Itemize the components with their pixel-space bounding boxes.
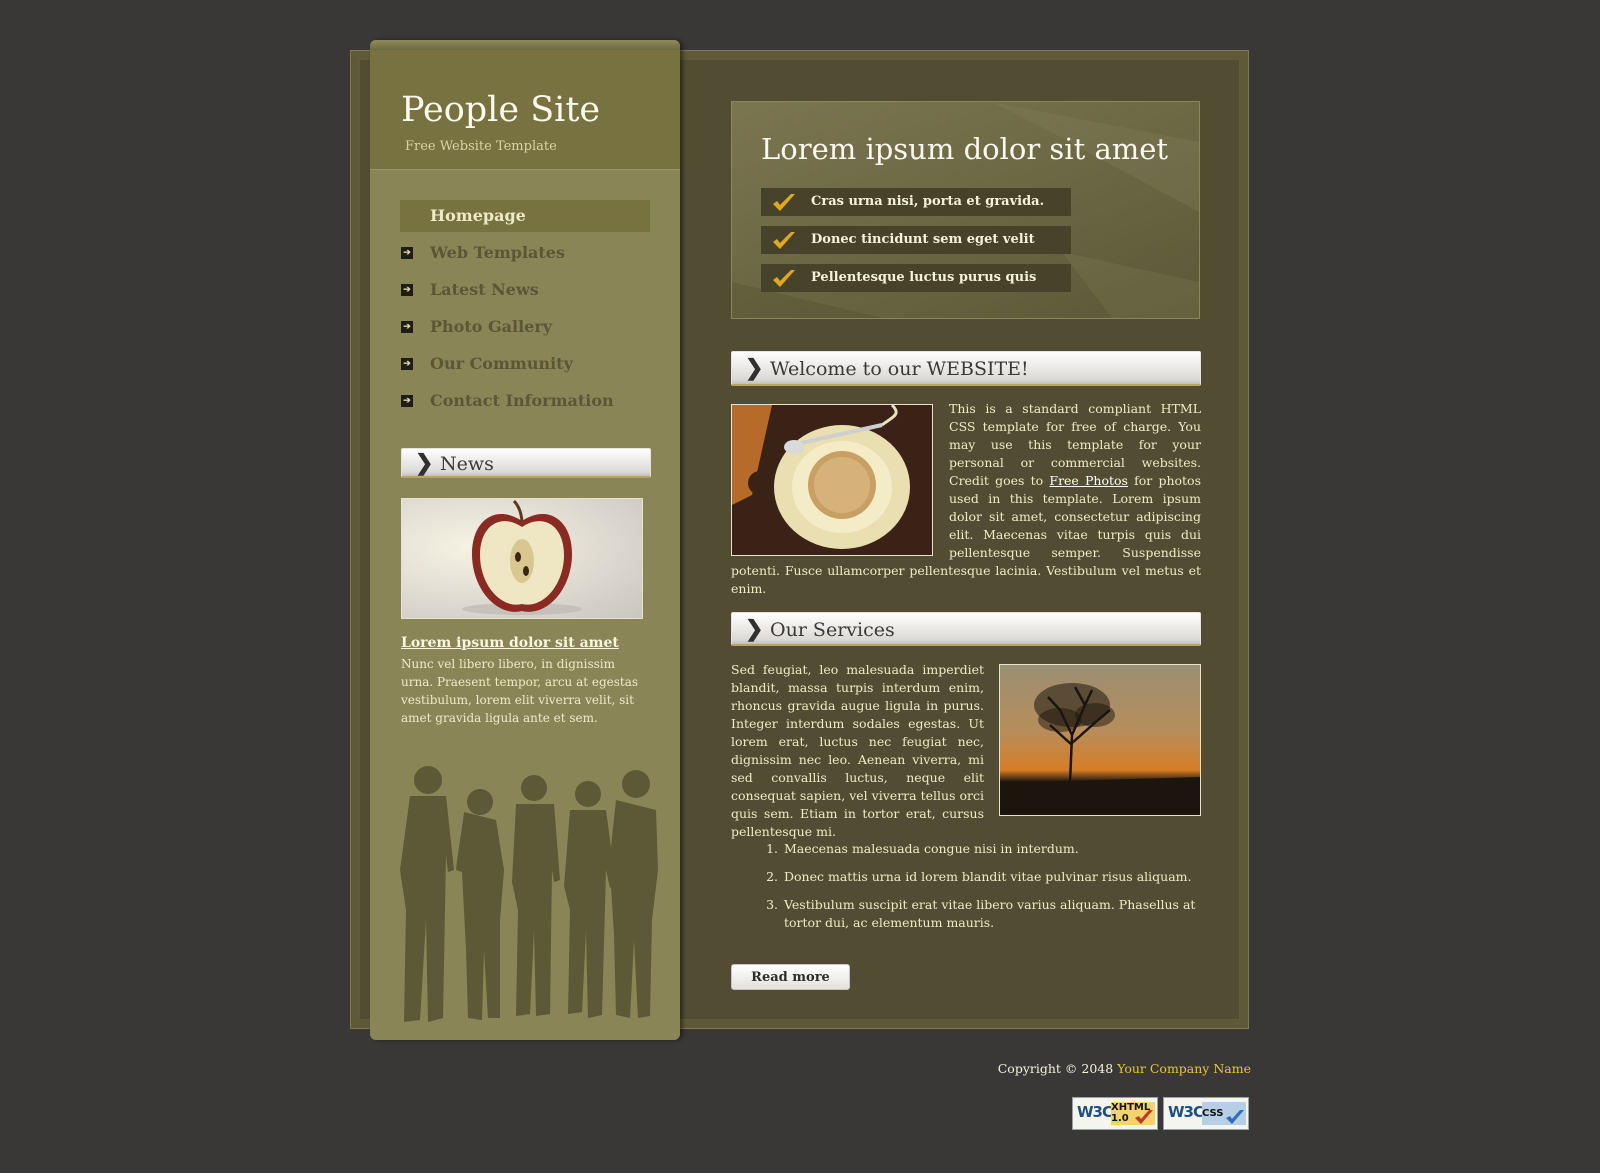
nav-item-label: Our Community xyxy=(430,354,573,373)
main-nav: ➔ Homepage ➔ Web Templates ➔ Latest News… xyxy=(400,200,650,422)
company-name-link[interactable]: Your Company Name xyxy=(1117,1061,1251,1076)
copyright-text: Copyright © 2048 xyxy=(997,1061,1118,1076)
checkmark-icon xyxy=(1226,1110,1244,1124)
arrow-right-icon: ➔ xyxy=(401,284,413,296)
w3c-logo: W3C xyxy=(1168,1103,1204,1121)
news-article-link[interactable]: Lorem ipsum dolor sit amet xyxy=(401,635,619,651)
nav-item-label: Latest News xyxy=(430,280,539,299)
w3c-xhtml-badge[interactable]: W3C XHTML 1.0 xyxy=(1072,1097,1158,1130)
nav-item-photo-gallery[interactable]: ➔ Photo Gallery xyxy=(400,311,650,343)
services-heading-text: Our Services xyxy=(770,619,895,641)
hero-feature-item: Donec tincidunt sem eget velit xyxy=(761,226,1071,254)
nav-item-label: Homepage xyxy=(430,206,526,225)
list-item: Maecenas malesuada congue nisi in interd… xyxy=(782,840,1232,858)
arrow-right-icon: ➔ xyxy=(401,358,413,370)
welcome-heading-text: Welcome to our WEBSITE! xyxy=(770,358,1029,380)
nav-item-web-templates[interactable]: ➔ Web Templates xyxy=(400,237,650,269)
hero-feature-text: Cras urna nisi, porta et gravida. xyxy=(811,194,1045,209)
checkmark-icon xyxy=(773,270,795,287)
arrow-right-icon: ➔ xyxy=(401,395,413,407)
checkmark-icon xyxy=(1135,1110,1153,1124)
news-article-text: Nunc vel libero libero, in dignissim urn… xyxy=(401,657,639,725)
hero-title: Lorem ipsum dolor sit amet xyxy=(761,132,1169,166)
news-heading-text: News xyxy=(440,453,494,475)
site-title[interactable]: People Site xyxy=(401,90,600,130)
services-text: Sed feugiat, leo malesuada imperdiet bla… xyxy=(731,662,984,839)
checkmark-icon xyxy=(773,232,795,249)
free-photos-link[interactable]: Free Photos xyxy=(1049,473,1128,488)
list-item: Donec mattis urna id lorem blandit vitae… xyxy=(782,868,1232,886)
chevron-right-icon: ❯ xyxy=(745,616,764,642)
nav-item-our-community[interactable]: ➔ Our Community xyxy=(400,348,650,380)
hero-feature-item: Pellentesque luctus purus quis xyxy=(761,264,1071,292)
list-item: Vestibulum suscipit erat vitae libero va… xyxy=(782,896,1232,932)
nav-item-label: Contact Information xyxy=(430,391,614,410)
welcome-text: This is a standard compliant HTML CSS te… xyxy=(731,400,1201,598)
brand-header: People Site Free Website Template xyxy=(370,50,680,170)
hero-feature-text: Donec tincidunt sem eget velit xyxy=(811,232,1035,247)
services-heading: ❯ Our Services xyxy=(731,612,1201,646)
hero-feature-item: Cras urna nisi, porta et gravida. xyxy=(761,188,1071,216)
tree-image xyxy=(1000,683,1200,815)
people-silhouettes xyxy=(400,766,658,1022)
nav-item-label: Photo Gallery xyxy=(430,317,553,336)
checkmark-icon xyxy=(773,194,795,211)
nav-item-latest-news[interactable]: ➔ Latest News xyxy=(400,274,650,306)
news-heading: ❯ News xyxy=(401,448,651,478)
arrow-right-icon: ➔ xyxy=(401,247,413,259)
w3c-css-badge[interactable]: W3C CSS xyxy=(1163,1097,1249,1130)
apple-image xyxy=(462,499,582,615)
nav-item-label: Web Templates xyxy=(430,243,565,262)
site-tagline: Free Website Template xyxy=(405,139,557,154)
nav-item-contact-information[interactable]: ➔ Contact Information xyxy=(400,385,650,417)
hero-banner: Lorem ipsum dolor sit amet Cras urna nis… xyxy=(731,101,1200,319)
welcome-heading: ❯ Welcome to our WEBSITE! xyxy=(731,351,1201,386)
w3c-logo: W3C xyxy=(1077,1103,1113,1121)
arrow-right-icon: ➔ xyxy=(401,321,413,333)
image-spacer xyxy=(731,400,949,560)
badge-line-2: 1.0 xyxy=(1111,1113,1129,1124)
hero-feature-text: Pellentesque luctus purus quis xyxy=(811,270,1037,285)
nav-item-homepage[interactable]: ➔ Homepage xyxy=(400,200,650,232)
sidebar: People Site Free Website Template ➔ Home… xyxy=(370,40,680,1040)
copyright: Copyright © 2048 Your Company Name xyxy=(998,1061,1251,1076)
sunset-tree-photo xyxy=(999,664,1201,816)
chevron-right-icon: ❯ xyxy=(415,450,434,476)
chevron-right-icon: ❯ xyxy=(745,355,764,381)
services-list: Maecenas malesuada congue nisi in interd… xyxy=(760,840,1232,942)
read-more-button[interactable]: Read more xyxy=(731,964,850,990)
news-apple-photo xyxy=(401,498,643,619)
